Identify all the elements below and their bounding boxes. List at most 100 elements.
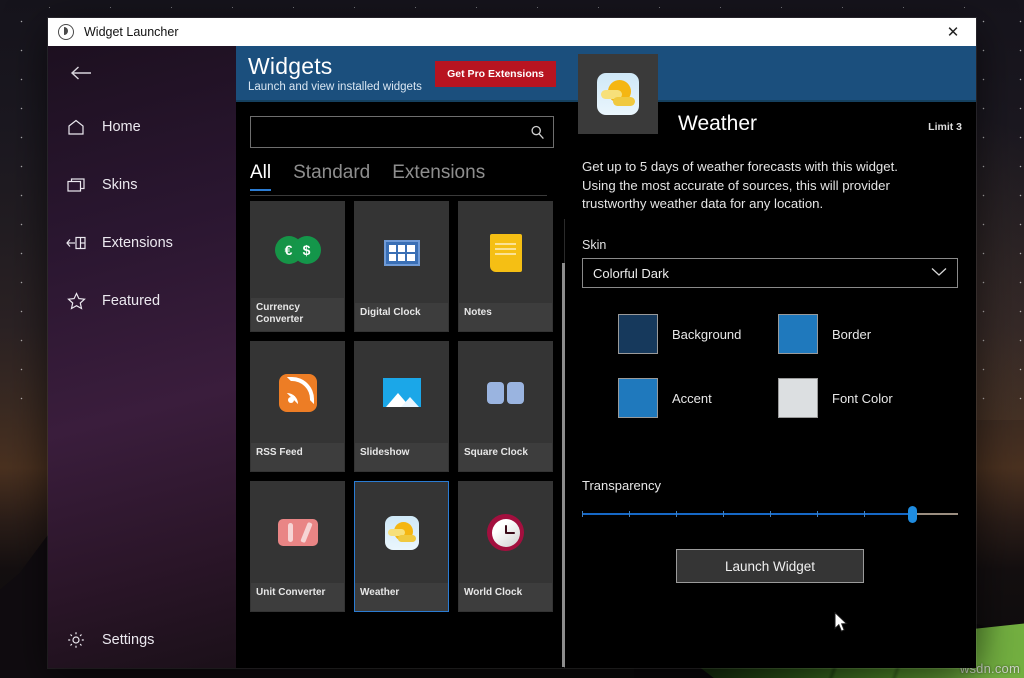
widgets-header: Widgets Launch and view installed widget… <box>236 46 568 102</box>
widget-tile-notes[interactable]: Notes <box>458 201 553 332</box>
tile-artwork <box>459 482 552 583</box>
widget-tile-currency-converter[interactable]: €$ Currency Converter <box>250 201 345 332</box>
color-swatch-grid: Background Border Accent Font Color <box>618 314 962 418</box>
widget-launcher-window: Widget Launcher ✕ <box>48 18 976 668</box>
tile-artwork <box>355 342 448 443</box>
widget-grid: €$ Currency Converter Digital <box>250 201 554 612</box>
widget-tile-world-clock[interactable]: World Clock <box>458 481 553 612</box>
slider-tick <box>817 511 818 517</box>
search-box[interactable] <box>250 116 554 148</box>
skin-label: Skin <box>582 238 962 252</box>
tile-artwork <box>251 342 344 443</box>
widget-description: Get up to 5 days of weather forecasts wi… <box>578 158 908 214</box>
tab-extensions[interactable]: Extensions <box>392 162 485 191</box>
tile-label: RSS Feed <box>251 443 344 471</box>
close-icon[interactable]: ✕ <box>930 18 976 46</box>
swatch-label: Border <box>832 327 871 342</box>
launch-widget-button[interactable]: Launch Widget <box>676 549 864 583</box>
widget-browser-column: Widgets Launch and view installed widget… <box>236 46 568 668</box>
swatch-border[interactable]: Border <box>778 314 938 354</box>
widget-tile-square-clock[interactable]: Square Clock <box>458 341 553 472</box>
tile-artwork <box>355 482 448 583</box>
unit-converter-icon <box>278 519 318 546</box>
tile-label: Unit Converter <box>251 583 344 611</box>
grid-divider <box>250 195 547 196</box>
swatch-font-color[interactable]: Font Color <box>778 378 938 418</box>
digital-clock-icon <box>384 240 420 266</box>
transparency-slider[interactable] <box>582 503 958 525</box>
sidebar-item-featured[interactable]: Featured <box>48 282 236 320</box>
weather-icon <box>385 516 419 550</box>
header-text-group: Widgets Launch and view installed widget… <box>248 52 422 93</box>
back-arrow-icon[interactable] <box>68 60 94 86</box>
swatch-color-box[interactable] <box>618 378 658 418</box>
slideshow-icon <box>383 378 421 407</box>
widget-tile-slideshow[interactable]: Slideshow <box>354 341 449 472</box>
detail-widget-icon-box <box>578 54 658 134</box>
swatch-background[interactable]: Background <box>618 314 778 354</box>
sidebar-item-label: Extensions <box>102 235 173 251</box>
swatch-color-box[interactable] <box>778 378 818 418</box>
swatch-color-box[interactable] <box>778 314 818 354</box>
search-area <box>236 102 568 148</box>
tile-artwork: €$ <box>251 202 344 298</box>
weather-icon <box>597 73 639 115</box>
skin-select[interactable]: Colorful Dark <box>582 258 958 288</box>
get-pro-extensions-button[interactable]: Get Pro Extensions <box>435 61 556 87</box>
sidebar-item-skins[interactable]: Skins <box>48 166 236 204</box>
slider-tick <box>582 511 583 517</box>
tile-artwork <box>459 342 552 443</box>
sidebar-item-label: Featured <box>102 293 160 309</box>
swatch-label: Background <box>672 327 741 342</box>
chevron-down-icon <box>931 267 947 280</box>
swatch-accent[interactable]: Accent <box>618 378 778 418</box>
slider-tick <box>723 511 724 517</box>
tile-artwork <box>251 482 344 583</box>
window-content: Home Skins <box>48 46 976 668</box>
swatch-label: Font Color <box>832 391 893 406</box>
search-input[interactable] <box>261 124 530 141</box>
tile-label: Slideshow <box>355 443 448 471</box>
sidebar-item-settings[interactable]: Settings <box>48 612 236 668</box>
widget-tile-unit-converter[interactable]: Unit Converter <box>250 481 345 612</box>
tile-artwork <box>459 202 552 303</box>
widget-grid-scroll[interactable]: €$ Currency Converter Digital <box>236 191 568 668</box>
tile-label: World Clock <box>459 583 552 611</box>
sidebar-item-home[interactable]: Home <box>48 108 236 146</box>
sidebar-nav: Home Skins <box>48 108 236 320</box>
currency-converter-icon: €$ <box>275 236 321 264</box>
star-icon <box>66 291 86 311</box>
widget-name: Weather <box>678 112 757 136</box>
slider-tick <box>770 511 771 517</box>
swatch-color-box[interactable] <box>618 314 658 354</box>
skin-selected-value: Colorful Dark <box>593 266 669 281</box>
sidebar-item-label: Settings <box>102 632 154 648</box>
slider-thumb[interactable] <box>908 506 917 523</box>
extensions-icon <box>66 233 86 253</box>
widget-tile-rss-feed[interactable]: RSS Feed <box>250 341 345 472</box>
desktop-wallpaper: wsdn.com Widget Launcher ✕ <box>0 0 1024 678</box>
widget-detail-panel: Weather Limit 3 Get up to 5 days of weat… <box>568 46 976 668</box>
scrollbar-thumb[interactable] <box>562 263 565 667</box>
back-row <box>48 46 236 100</box>
tab-standard[interactable]: Standard <box>293 162 370 191</box>
notes-icon <box>490 234 522 272</box>
clock-icon <box>58 24 74 40</box>
widget-tile-weather[interactable]: Weather <box>354 481 449 612</box>
widget-tile-digital-clock[interactable]: Digital Clock <box>354 201 449 332</box>
tile-label: Digital Clock <box>355 303 448 331</box>
slider-tick <box>676 511 677 517</box>
sidebar-item-label: Home <box>102 119 141 135</box>
world-clock-icon <box>487 514 524 551</box>
slider-tick <box>864 511 865 517</box>
search-icon[interactable] <box>530 125 545 140</box>
swatch-label: Accent <box>672 391 712 406</box>
tile-label: Weather <box>355 583 448 611</box>
sidebar-item-extensions[interactable]: Extensions <box>48 224 236 262</box>
rss-feed-icon <box>279 374 317 412</box>
square-clock-icon <box>487 382 524 404</box>
transparency-label: Transparency <box>582 478 962 493</box>
detail-body: Weather Limit 3 Get up to 5 days of weat… <box>568 102 976 668</box>
launch-button-row: Launch Widget <box>578 549 962 583</box>
tab-all[interactable]: All <box>250 162 271 191</box>
